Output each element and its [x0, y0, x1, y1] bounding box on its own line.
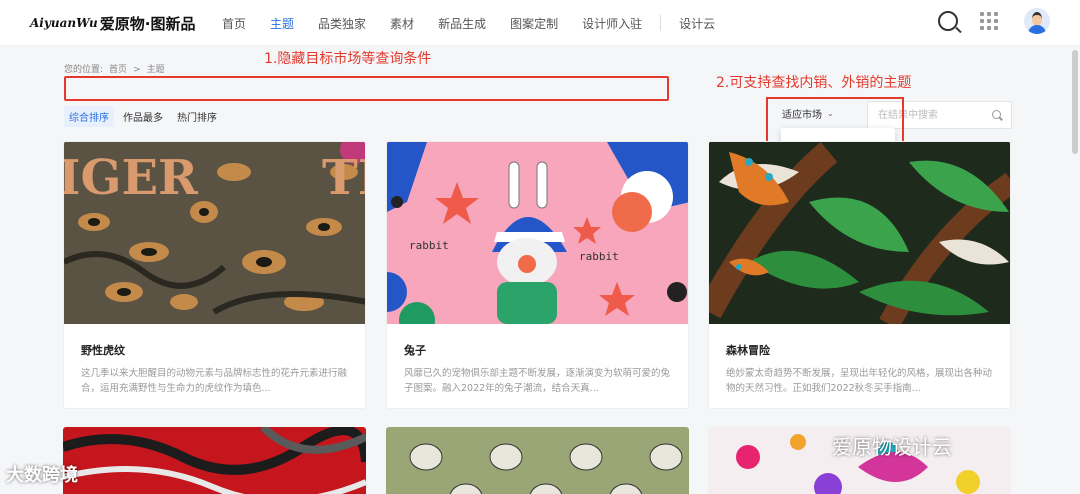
card-description: 这几季以来大胆醒目的动物元素与品牌标志性的花卉元素进行融合，运用充满野性与生命力… [81, 368, 348, 394]
nav-design-cloud[interactable]: 设计云 [679, 15, 715, 32]
top-navbar: AiyuanWu 爱原物·图新品 首页 主题 品类独家 素材 新品生成 图案定制… [0, 0, 1080, 46]
card-title[interactable]: 野性虎纹 [81, 342, 125, 358]
header-actions [938, 8, 1050, 34]
theme-card-partial[interactable] [386, 427, 689, 494]
sort-comprehensive[interactable]: 综合排序 [64, 105, 114, 127]
logo-en: AiyuanWu [30, 16, 98, 30]
nav-home[interactable]: 首页 [222, 15, 246, 32]
image-text-2: rabbit [579, 250, 619, 263]
avatar[interactable] [1024, 8, 1050, 34]
nav-new-generation[interactable]: 新品生成 [438, 15, 486, 32]
card-title[interactable]: 森林冒险 [726, 342, 770, 358]
scrollbar[interactable] [1072, 50, 1078, 154]
annotation-box-filters [64, 76, 669, 101]
sort-popular[interactable]: 热门排序 [172, 106, 222, 127]
search-icon[interactable] [938, 11, 958, 31]
theme-card[interactable]: rabbit rabbit 兔子 风靡已久的宠物俱乐部主题不断发展，逐渐演变为软… [386, 141, 689, 409]
image-text-1: rabbit [409, 239, 449, 252]
theme-card[interactable]: IGER TI 野性虎纹 这几季以来大胆醒目的动物元素与品牌标志性的花卉元素进行… [63, 141, 366, 409]
image-text-1: IGER [64, 150, 198, 206]
sloth-pattern-image [386, 427, 689, 494]
sort-tabs: 综合排序 作品最多 热门排序 [64, 105, 226, 127]
annotation-hidden-filters: 1.隐藏目标市场等查询条件 [264, 51, 432, 67]
marble-image [63, 427, 366, 494]
breadcrumb: 您的位置: 首页 > 主题 [64, 62, 171, 75]
nav-themes[interactable]: 主题 [270, 15, 294, 32]
theme-card[interactable]: 森林冒险 绝妙蒙太奇趋势不断发展，呈现出年轻化的风格，展现出各种动物的天然习性。… [708, 141, 1011, 409]
nav-materials[interactable]: 素材 [390, 15, 414, 32]
theme-image-tiger[interactable]: IGER TI [64, 142, 365, 324]
theme-card-partial[interactable] [63, 427, 366, 494]
logo-cn: 爱原物·图新品 [99, 14, 196, 33]
breadcrumb-current: 主题 [146, 65, 165, 75]
watermark-left: 大数跨境 [6, 465, 78, 486]
card-description: 绝妙蒙太奇趋势不断发展，呈现出年轻化的风格，展现出各种动物的天然习性。正如我们2… [726, 368, 993, 394]
breadcrumb-prefix: 您的位置: [64, 65, 104, 75]
theme-image-rabbit[interactable]: rabbit rabbit [387, 142, 688, 324]
nav-divider [660, 15, 662, 31]
search-icon[interactable] [992, 110, 1001, 119]
nav-pattern-custom[interactable]: 图案定制 [510, 15, 558, 32]
apps-grid-icon[interactable] [980, 12, 998, 30]
nav-designer-join[interactable]: 设计师入驻 [582, 15, 642, 32]
annotation-market-filter: 2.可支持查找内销、外销的主题 [716, 75, 912, 91]
nav-category-exclusive[interactable]: 品类独家 [318, 15, 366, 32]
jungle-illustration [709, 142, 1010, 324]
logo[interactable]: AiyuanWu 爱原物·图新品 [30, 12, 195, 34]
card-title[interactable]: 兔子 [404, 342, 426, 358]
sort-most-works[interactable]: 作品最多 [118, 106, 168, 127]
image-text-2: TI [322, 150, 365, 206]
theme-image-jungle[interactable] [709, 142, 1010, 324]
watermark-right: 爱原物设计云 [832, 435, 952, 459]
card-description: 风靡已久的宠物俱乐部主题不断发展，逐渐演变为软萌可爱的兔子图案。融入2022年的… [404, 368, 671, 394]
rabbit-illustration [387, 142, 688, 324]
main-nav: 首页 主题 品类独家 素材 新品生成 图案定制 设计师入驻 设计云 [210, 0, 727, 46]
breadcrumb-sep: > [133, 65, 141, 75]
breadcrumb-home[interactable]: 首页 [109, 65, 127, 75]
